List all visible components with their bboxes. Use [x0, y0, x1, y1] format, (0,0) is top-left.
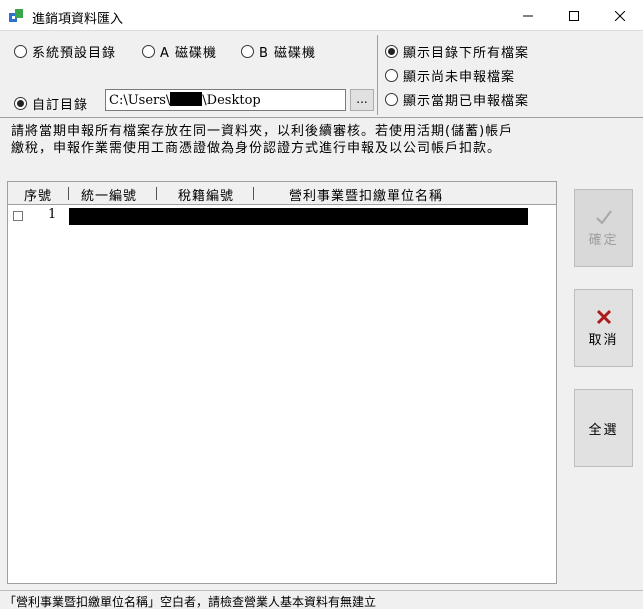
column-separator	[68, 187, 69, 200]
radio-drive-a[interactable]: A 磁碟機	[142, 42, 217, 61]
radio-dot	[142, 45, 155, 58]
radio-drive-a-label: A 磁碟機	[160, 46, 218, 61]
column-seq[interactable]: 序號	[24, 185, 52, 204]
radio-show-unfiled-label: 顯示尚未申報檔案	[403, 70, 516, 85]
confirm-button[interactable]: 確定	[574, 189, 633, 267]
radio-show-filed[interactable]: 顯示當期已申報檔案	[385, 90, 529, 109]
maximize-icon	[569, 10, 579, 21]
redacted-row-content	[69, 208, 528, 225]
cross-icon	[596, 308, 612, 326]
minimize-icon	[523, 15, 533, 16]
app-data-icon	[9, 9, 23, 22]
status-bar: 「營利事業暨扣繳單位名稱」空白者，請檢查營業人基本資料有無建立	[0, 590, 643, 609]
column-company-name[interactable]: 營利事業暨扣繳單位名稱	[289, 185, 443, 204]
radio-dot	[241, 45, 254, 58]
column-separator	[156, 187, 157, 200]
title-bar: 進銷項資料匯入	[0, 0, 643, 31]
table-row[interactable]: 1	[8, 205, 556, 225]
row-seq: 1	[48, 207, 57, 222]
radio-show-unfiled[interactable]: 顯示尚未申報檔案	[385, 66, 515, 85]
notice-line-2: 繳稅，申報作業需使用工商憑證做為身份認證方式進行申報及以公司帳戶扣款。	[11, 141, 502, 156]
notice-text: 請將當期申報所有檔案存放在同一資料夾，以利後續審核。若使用活期(儲蓄)帳戶 繳稅…	[11, 123, 631, 157]
redacted-username	[170, 92, 203, 106]
radio-default-dir-label: 系統預設目錄	[32, 46, 117, 61]
select-all-label: 全選	[588, 422, 619, 438]
column-tax-id[interactable]: 稅籍編號	[178, 185, 234, 204]
file-grid[interactable]: 序號 統一編號 稅籍編號 營利事業暨扣繳單位名稱 1	[7, 181, 557, 584]
radio-custom-dir-label: 自訂目錄	[32, 98, 89, 113]
radio-drive-b[interactable]: B 磁碟機	[241, 42, 316, 61]
window-title: 進銷項資料匯入	[32, 12, 124, 27]
row-checkbox[interactable]	[13, 211, 23, 221]
radio-dot	[385, 69, 398, 82]
radio-custom-dir[interactable]: 自訂目錄	[14, 94, 88, 113]
column-separator	[253, 187, 254, 200]
radio-dot	[14, 45, 27, 58]
path-suffix: \Desktop	[202, 93, 261, 108]
radio-drive-b-label: B 磁碟機	[259, 46, 317, 61]
grid-header: 序號 統一編號 稅籍編號 營利事業暨扣繳單位名稱	[8, 182, 556, 205]
radio-show-all-files[interactable]: 顯示目錄下所有檔案	[385, 42, 529, 61]
column-vat-id[interactable]: 統一編號	[81, 185, 137, 204]
radio-show-all-files-label: 顯示目錄下所有檔案	[403, 46, 530, 61]
minimize-button[interactable]	[505, 0, 551, 31]
maximize-button[interactable]	[551, 0, 597, 31]
radio-show-filed-label: 顯示當期已申報檔案	[403, 94, 530, 109]
section-divider	[0, 117, 643, 118]
radio-dot-selected	[385, 45, 398, 58]
radio-dot-selected	[14, 97, 27, 110]
radio-dot	[385, 93, 398, 106]
select-all-button[interactable]: 全選	[574, 389, 633, 467]
status-text: 「營利事業暨扣繳單位名稱」空白者，請檢查營業人基本資料有無建立	[4, 595, 377, 609]
checkmark-icon	[595, 208, 613, 226]
cancel-label: 取消	[588, 333, 619, 348]
options-divider	[377, 35, 378, 115]
browse-folder-button[interactable]: ...	[350, 89, 374, 111]
custom-path-field[interactable]: C:\Users\ \Desktop	[105, 89, 346, 111]
radio-default-dir[interactable]: 系統預設目錄	[14, 42, 116, 61]
path-prefix: C:\Users\	[109, 93, 171, 108]
confirm-label: 確定	[588, 233, 619, 248]
close-button[interactable]	[597, 0, 643, 31]
cancel-button[interactable]: 取消	[574, 289, 633, 367]
notice-line-1: 請將當期申報所有檔案存放在同一資料夾，以利後續審核。若使用活期(儲蓄)帳戶	[11, 124, 514, 139]
close-icon	[615, 10, 625, 21]
